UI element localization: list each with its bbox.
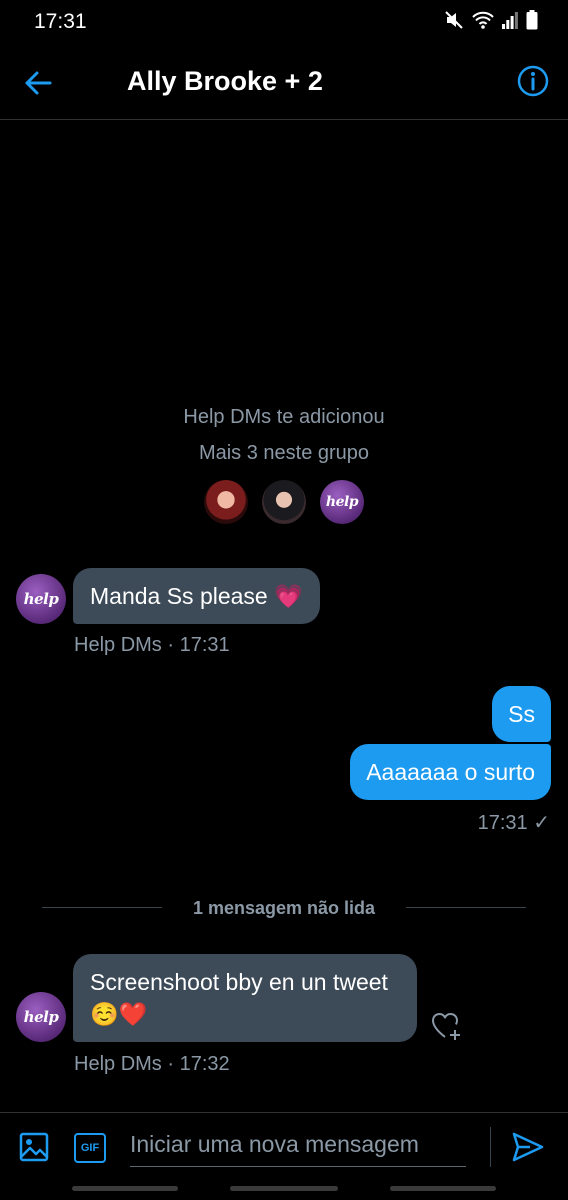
status-icons — [444, 10, 538, 30]
message-bubble-incoming[interactable]: Manda Ss please 💗 — [73, 568, 320, 624]
message-bubble-outgoing[interactable]: Aaaaaaa o surto — [350, 744, 551, 800]
conversation-header: Ally Brooke + 2 — [0, 44, 568, 120]
nav-hint — [72, 1186, 178, 1191]
avatar[interactable]: help — [320, 480, 364, 524]
image-icon[interactable] — [18, 1131, 50, 1163]
status-time: 17:31 — [34, 10, 87, 33]
group-added-notice: Help DMs te adicionou — [183, 406, 385, 428]
message-text: Screenshoot bby en un tweet — [90, 969, 388, 995]
composer-separator — [490, 1127, 491, 1167]
conversation-title[interactable]: Ally Brooke + 2 — [127, 66, 323, 97]
back-arrow-icon[interactable] — [22, 66, 56, 100]
unread-divider: 1 mensagem não lida — [192, 898, 376, 918]
message-text: Ss — [508, 701, 535, 727]
battery-icon — [526, 10, 538, 30]
avatar[interactable] — [262, 480, 306, 524]
nav-hint — [230, 1186, 338, 1191]
group-members-notice[interactable]: Mais 3 neste grupo — [0, 442, 568, 465]
group-avatars[interactable]: help — [0, 480, 568, 524]
avatar-logo-text: help — [325, 494, 359, 510]
heart-plus-icon[interactable] — [430, 1010, 464, 1042]
avatar-logo-text: help — [23, 590, 59, 608]
message-meta: Help DMs · 17:32 — [74, 1053, 230, 1075]
message-bubble-incoming[interactable]: Screenshoot bby en un tweet ☺️❤️ — [73, 954, 417, 1042]
heart-emoji: 💗 — [274, 583, 303, 609]
message-bubble-outgoing[interactable]: Ss — [492, 686, 551, 742]
message-text: Manda Ss please — [90, 583, 268, 609]
nav-hint — [390, 1186, 496, 1191]
avatar[interactable] — [204, 480, 248, 524]
emoji-line: ☺️❤️ — [90, 1001, 148, 1027]
message-meta: 17:31 ✓ — [477, 812, 550, 834]
wifi-icon — [472, 11, 494, 29]
send-icon[interactable] — [510, 1129, 546, 1165]
message-meta: Help DMs · 17:31 — [74, 634, 230, 656]
info-icon[interactable] — [516, 64, 550, 98]
avatar-logo-text: help — [23, 1008, 59, 1026]
sender-avatar[interactable]: help — [16, 992, 66, 1042]
message-text: Aaaaaaa o surto — [366, 759, 535, 785]
gif-button[interactable]: GIF — [74, 1133, 106, 1163]
signal-icon — [502, 12, 518, 29]
sender-avatar[interactable]: help — [16, 574, 66, 624]
mute-icon — [445, 11, 463, 29]
status-bar: 17:31 — [0, 0, 568, 44]
message-input[interactable] — [130, 1123, 466, 1167]
